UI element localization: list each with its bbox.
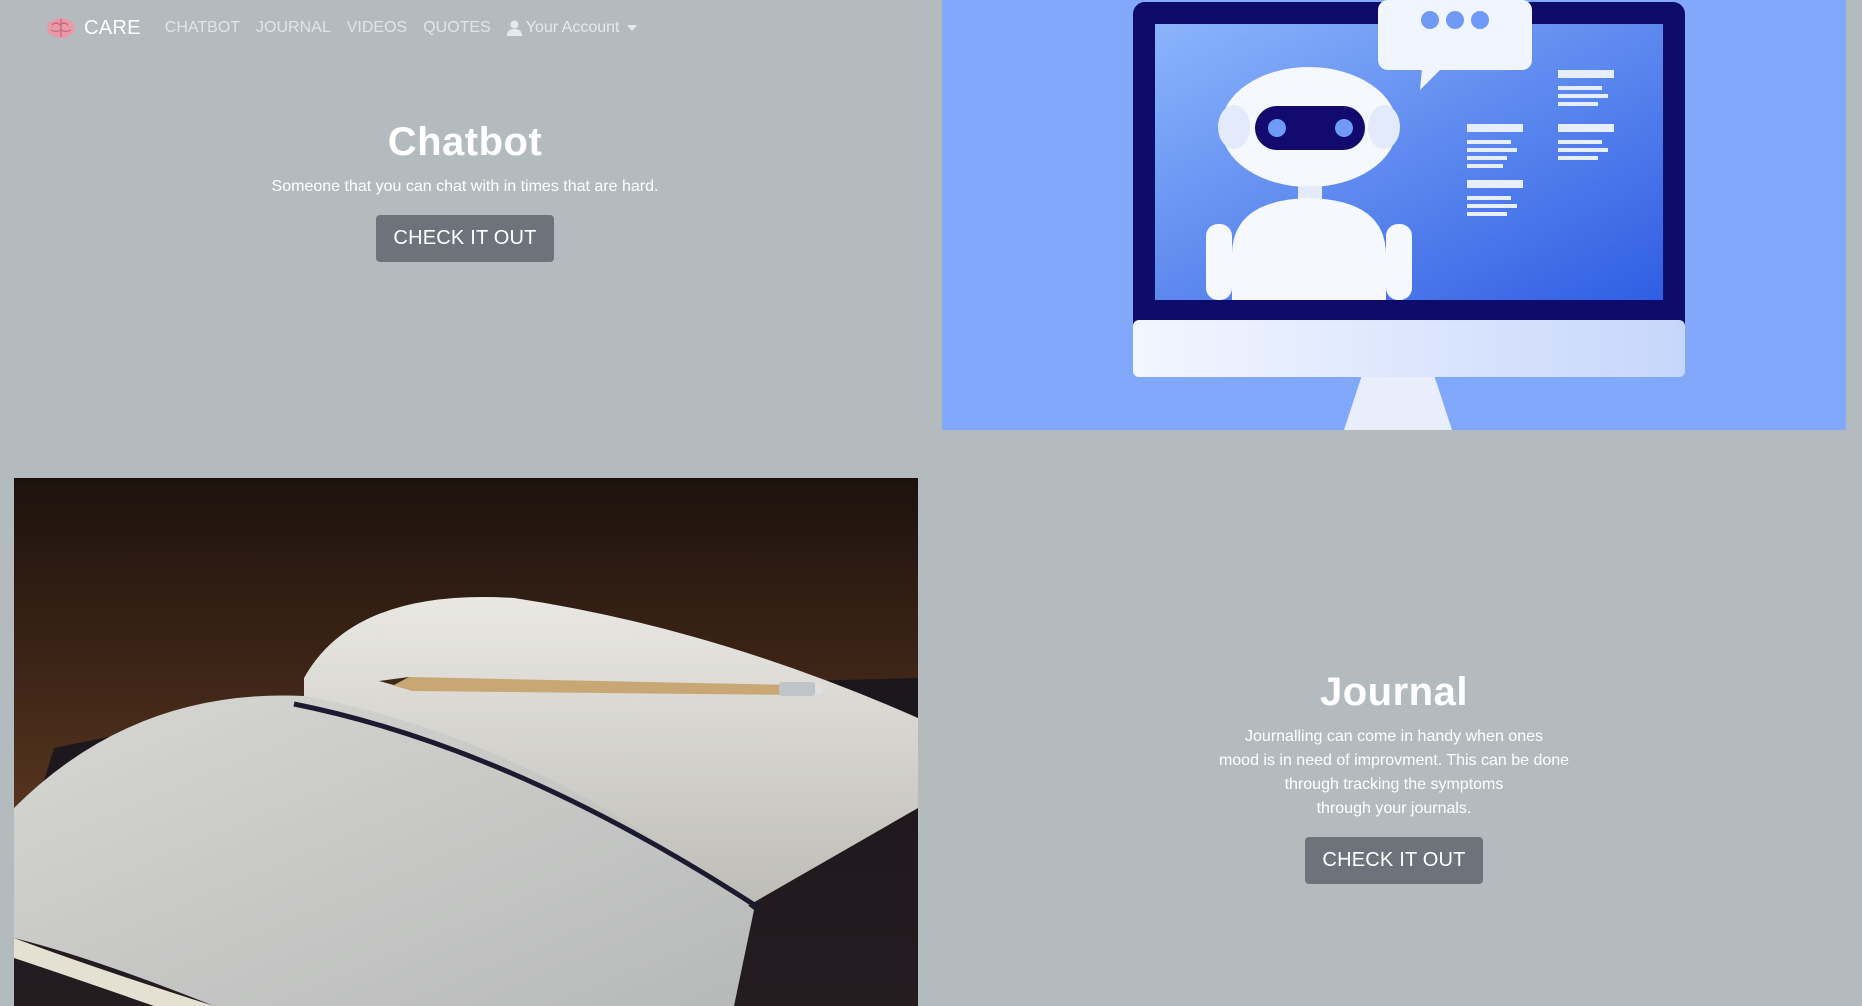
caret-down-icon [627, 25, 638, 31]
journal-description-line: Journalling can come in handy when ones [1245, 728, 1543, 745]
journal-check-it-out-button[interactable]: CHECK IT OUT [1305, 837, 1483, 884]
journal-description-line: through tracking the symptoms [1284, 776, 1504, 793]
navbar: CARE CHATBOT JOURNAL VIDEOS QUOTES Your … [0, 0, 940, 56]
journal-photo [14, 478, 918, 1006]
nav-link-chatbot[interactable]: CHATBOT [165, 19, 240, 37]
chatbot-title: Chatbot [387, 120, 543, 164]
journal-description-line: mood is in need of improvment. This can … [1218, 752, 1570, 769]
robot-computer-image [1133, 0, 1685, 430]
brand-text: CARE [84, 16, 141, 39]
account-label: Your Account [525, 19, 620, 36]
nav-link-quotes[interactable]: QUOTES [423, 19, 491, 37]
brain-icon [47, 18, 75, 38]
journal-section: Journal Journalling can come in handy wh… [1180, 670, 1608, 884]
brand-link[interactable]: CARE [46, 17, 141, 40]
chatbot-check-it-out-button[interactable]: CHECK IT OUT [376, 215, 554, 262]
nav-link-videos[interactable]: VIDEOS [347, 19, 407, 37]
journal-description: Journalling can come in handy when ones … [1180, 725, 1608, 821]
nav-link-journal[interactable]: JOURNAL [256, 19, 331, 37]
notebook-pencil-image [14, 478, 918, 1006]
account-dropdown[interactable]: Your Account [506, 19, 638, 37]
chatbot-description: Someone that you can chat with in times … [271, 178, 659, 195]
chatbot-section: Chatbot Someone that you can chat with i… [230, 120, 700, 262]
user-icon [506, 20, 522, 36]
chatbot-illustration [942, 0, 1846, 430]
journal-description-line: through your journals. [1316, 800, 1472, 817]
journal-title: Journal [1320, 670, 1468, 714]
